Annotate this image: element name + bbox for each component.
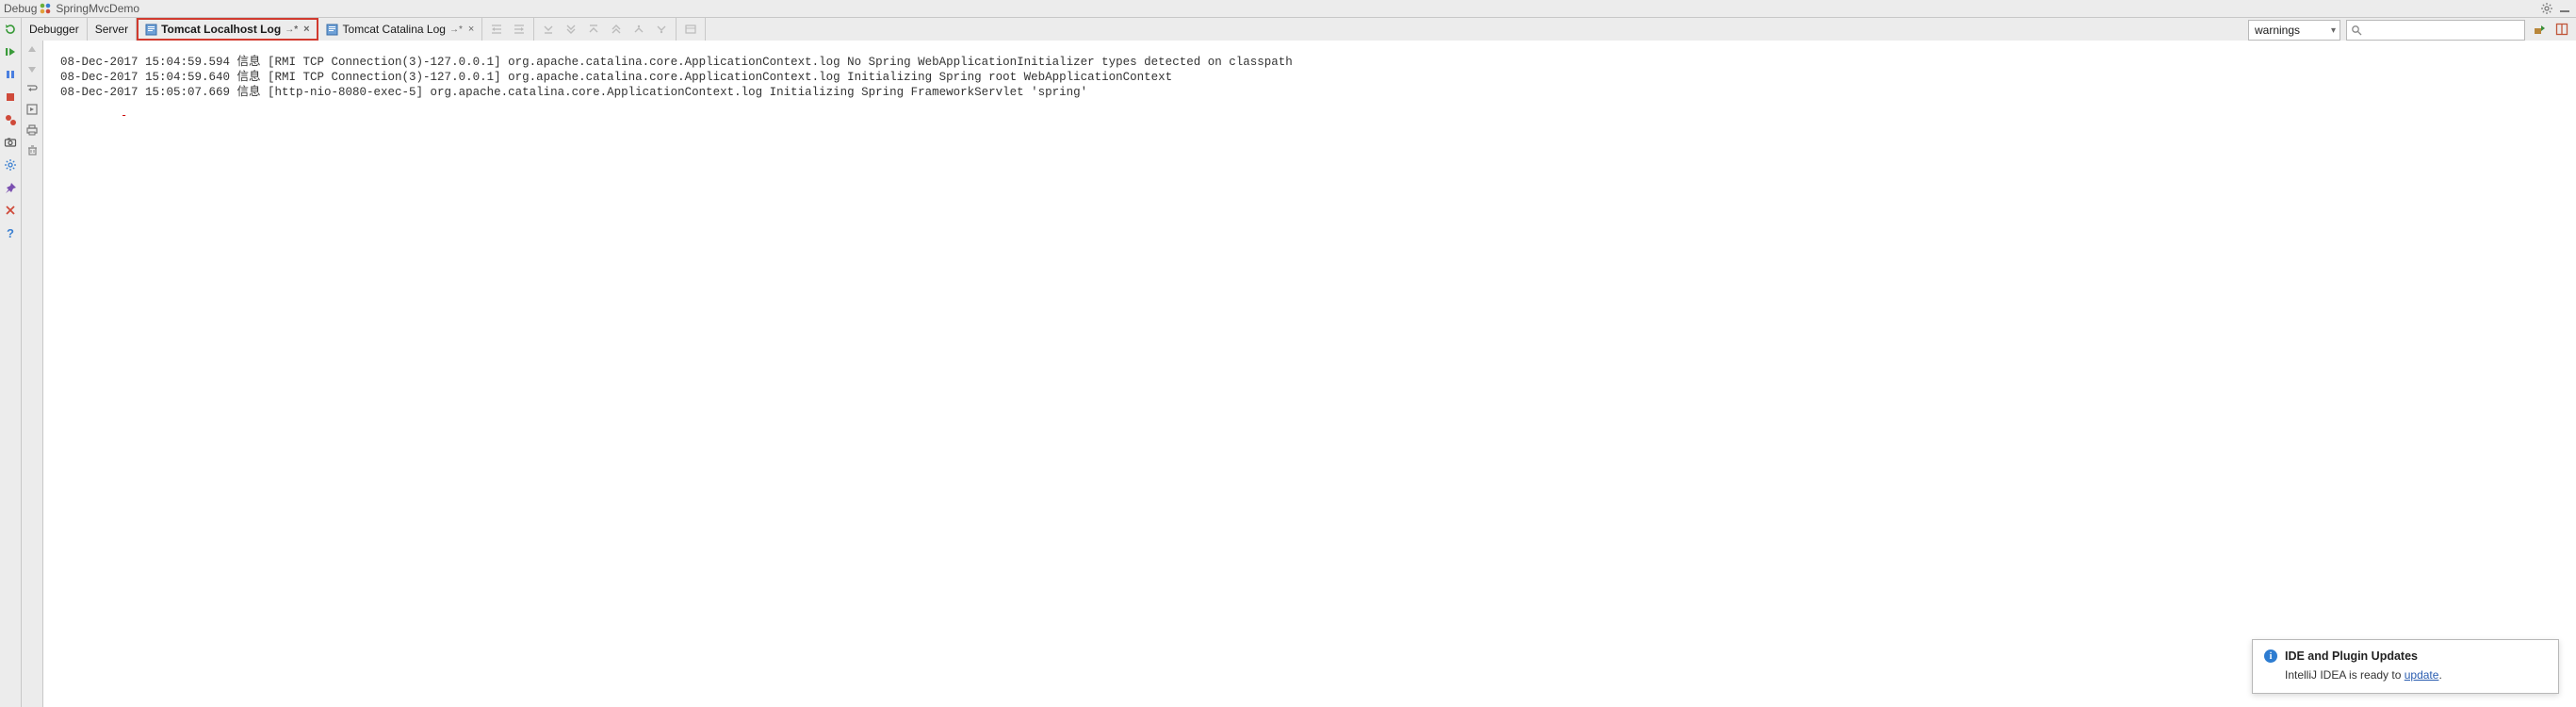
view-breakpoints-icon[interactable]: [3, 112, 18, 127]
tab-tomcat-catalina-log[interactable]: Tomcat Catalina Log →* ×: [318, 18, 483, 41]
print-icon[interactable]: [25, 123, 39, 137]
info-icon: i: [2264, 649, 2277, 663]
tab-label: Tomcat Localhost Log: [161, 23, 281, 36]
fold-toolbar: [534, 18, 677, 41]
soft-wrap-icon[interactable]: [25, 82, 39, 95]
step-icon[interactable]: [630, 21, 647, 38]
fold-down-icon[interactable]: [540, 21, 557, 38]
chevron-down-icon: ▾: [2331, 25, 2336, 36]
console-controls-column: [22, 41, 43, 707]
log-file-icon: [144, 23, 157, 36]
log-output[interactable]: 08-Dec-2017 15:04:59.594 信息 [RMI TCP Con…: [43, 41, 2576, 707]
stop-icon[interactable]: [3, 90, 18, 105]
scroll-up-icon[interactable]: [26, 44, 38, 56]
pause-icon[interactable]: [3, 67, 18, 82]
notification-body-suffix: .: [2438, 668, 2441, 682]
help-icon[interactable]: ?: [3, 225, 18, 240]
run-controls-column: ?: [0, 41, 22, 707]
notification-body-prefix: IntelliJ IDEA is ready to: [2285, 668, 2405, 682]
console-tabbar: Debugger Server Tomcat Localhost Log →* …: [0, 18, 2576, 41]
close-icon[interactable]: ×: [468, 24, 474, 35]
debug-category-label: Debug: [4, 2, 37, 15]
step2-icon[interactable]: [653, 21, 670, 38]
spacer: [706, 18, 2248, 41]
log-file-icon: [326, 23, 339, 36]
log-level-value: warnings: [2255, 24, 2300, 37]
fold-down2-icon[interactable]: [562, 21, 579, 38]
run-config-icon: [39, 2, 52, 15]
tab-label: Tomcat Catalina Log: [343, 23, 446, 36]
camera-icon[interactable]: [3, 135, 18, 150]
close-icon[interactable]: ×: [303, 24, 309, 35]
scroll-down-icon[interactable]: [26, 63, 38, 74]
tabbar-end-icons: [2531, 18, 2576, 41]
notification-balloon[interactable]: i IDE and Plugin Updates IntelliJ IDEA i…: [2252, 639, 2559, 694]
export-icon[interactable]: [2531, 21, 2548, 38]
outdent-icon[interactable]: [511, 21, 528, 38]
update-link[interactable]: update: [2405, 668, 2439, 682]
tab-tomcat-localhost-log[interactable]: Tomcat Localhost Log →* ×: [137, 18, 318, 41]
tab-modified-indicator: →*: [285, 25, 298, 35]
log-search-input[interactable]: [2346, 20, 2525, 41]
pin-icon[interactable]: [3, 180, 18, 195]
log-text: 08-Dec-2017 15:04:59.594 信息 [RMI TCP Con…: [43, 53, 2576, 100]
scroll-to-end-icon[interactable]: [25, 103, 39, 116]
notification-body: IntelliJ IDEA is ready to update.: [2264, 668, 2547, 682]
tab-modified-indicator: →*: [449, 25, 463, 35]
search-icon: [2351, 25, 2362, 36]
resume-icon[interactable]: [3, 44, 18, 59]
layout-icon[interactable]: [2553, 21, 2570, 38]
notification-title: IDE and Plugin Updates: [2285, 649, 2418, 663]
close-icon[interactable]: [3, 203, 18, 218]
indent-left-icon[interactable]: [488, 21, 505, 38]
tab-server[interactable]: Server: [88, 18, 137, 41]
tool-window-titlebar: Debug SpringMvcDemo: [0, 0, 2576, 18]
fold-up2-icon[interactable]: [608, 21, 625, 38]
run-config-name: SpringMvcDemo: [56, 2, 139, 15]
tab-label: Debugger: [29, 23, 79, 36]
fold-up-icon[interactable]: [585, 21, 602, 38]
tab-label: Server: [95, 23, 128, 36]
frames-icon[interactable]: [682, 21, 699, 38]
clear-all-icon[interactable]: [26, 144, 39, 156]
log-level-select[interactable]: warnings ▾: [2248, 20, 2340, 41]
tab-debugger[interactable]: Debugger: [22, 18, 88, 41]
hide-icon[interactable]: [2559, 3, 2570, 14]
main-area: ? 08-Dec-2017 15:04:59.594 信息 [RMI TCP C…: [0, 41, 2576, 707]
rerun-button[interactable]: [0, 18, 22, 41]
gear-icon[interactable]: [2540, 2, 2553, 15]
settings-icon[interactable]: [3, 157, 18, 173]
misc-toolbar: [677, 18, 706, 41]
log-toolbar: [482, 18, 534, 41]
caret-indicator: -: [121, 108, 127, 122]
